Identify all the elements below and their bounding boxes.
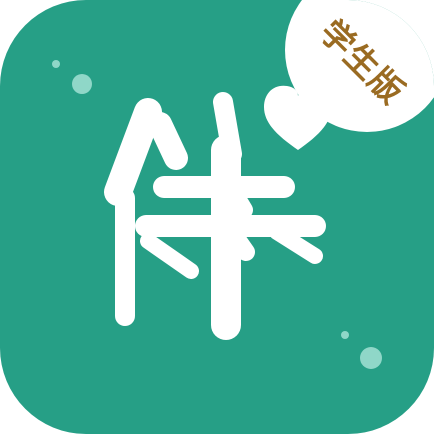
app-icon[interactable]: 学生版	[0, 0, 434, 434]
app-icon-stage: 学生版	[0, 0, 434, 434]
